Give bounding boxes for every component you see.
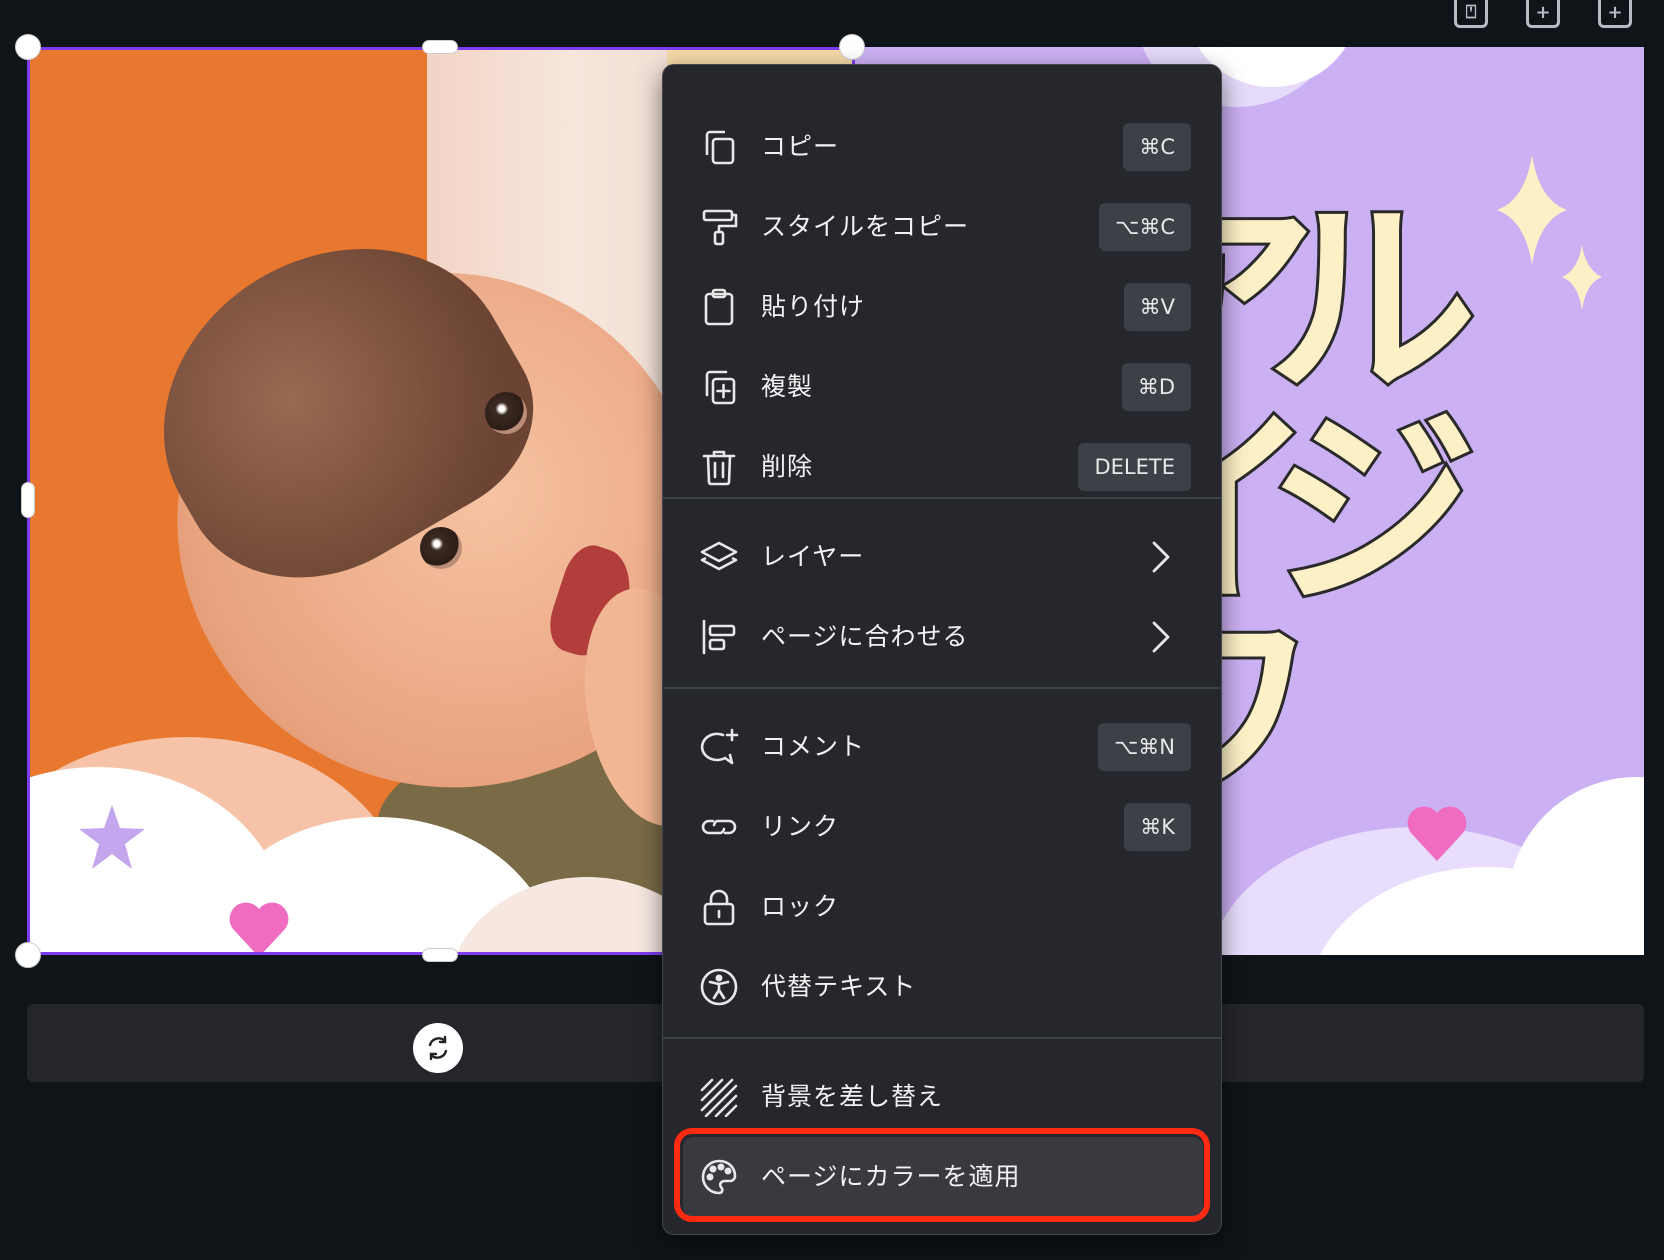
context-menu: コピー ⌘C スタイルをコピー ⌥⌘C 貼り付け ⌘V 複製 ⌘D 削除 DEL… [662,64,1222,1235]
shortcut-badge: ⌘D [1121,363,1191,411]
rotate-button[interactable] [413,1023,463,1073]
menu-item-label: 代替テキスト [761,972,917,1001]
menu-divider [663,497,1221,499]
comment-add-icon [700,728,739,765]
align-left-icon [702,619,736,655]
duplicate-icon [705,370,736,405]
background-pattern-icon [700,1078,738,1117]
menu-item-link[interactable]: リンク ⌘K [663,787,1221,867]
resize-handle-top-left[interactable] [15,34,41,60]
menu-item-label: 背景を差し替え [761,1082,944,1111]
menu-item-replace-background[interactable]: 背景を差し替え [663,1057,1221,1137]
shortcut-badge: ⌘C [1123,123,1191,171]
shortcut-badge: ⌘K [1124,803,1191,851]
resize-handle-bottom-left[interactable] [15,942,41,968]
menu-item-align-to-page[interactable]: ページに合わせる [663,597,1221,677]
menu-item-label: コピー [761,132,840,161]
menu-divider [663,1037,1221,1039]
menu-item-label: スタイルをコピー [761,212,970,241]
menu-item-label: レイヤー [761,542,865,571]
menu-item-copy-style[interactable]: スタイルをコピー ⌥⌘C [663,187,1221,267]
menu-item-label: ロック [761,892,840,921]
paint-roller-icon [702,209,738,246]
highlight-annotation [674,1128,1210,1222]
lock-add-page-icon[interactable]: ⍞ [1454,0,1488,28]
shortcut-badge: ⌘V [1123,283,1191,331]
add-page-icon[interactable]: + [1598,0,1632,28]
shortcut-badge: DELETE [1078,443,1191,491]
menu-item-label: 削除 [761,452,814,481]
copy-icon [705,130,735,165]
clipboard-icon [704,288,734,326]
resize-handle-top-right[interactable] [839,34,865,60]
menu-item-label: ページに合わせる [761,622,969,651]
editor-screen: ⍞ + + ル ジ ア イ ワ [0,0,1664,1260]
accessibility-icon [700,968,738,1006]
shortcut-badge: ⌥⌘N [1098,723,1191,771]
menu-item-label: 貼り付け [761,292,866,321]
menu-item-label: リンク [761,812,840,841]
chevron-right-icon [1152,541,1170,573]
resize-handle-top[interactable] [422,40,458,54]
layers-icon [700,541,738,571]
menu-item-label: 複製 [761,372,814,401]
menu-item-copy[interactable]: コピー ⌘C [663,107,1221,187]
menu-item-duplicate[interactable]: 複製 ⌘D [663,347,1221,427]
duplicate-page-icon[interactable]: + [1526,0,1560,28]
menu-item-paste[interactable]: 貼り付け ⌘V [663,267,1221,347]
resize-handle-left[interactable] [21,482,35,518]
cloud-decoration [1507,777,1644,955]
chevron-right-icon [1152,621,1170,653]
menu-item-alt-text[interactable]: 代替テキスト [663,947,1221,1027]
resize-handle-bottom[interactable] [422,948,458,962]
menu-divider [663,687,1221,689]
menu-item-label: コメント [761,732,866,761]
heart-icon [1407,806,1467,861]
trash-icon [702,450,736,486]
shortcut-badge: ⌥⌘C [1099,203,1191,251]
link-icon [701,819,737,835]
lock-icon [703,889,735,926]
menu-item-layer[interactable]: レイヤー [663,517,1221,597]
rotate-icon [428,1035,448,1061]
menu-item-lock[interactable]: ロック [663,867,1221,947]
sparkle-icon [1497,155,1602,310]
menu-item-delete[interactable]: 削除 DELETE [663,427,1221,507]
menu-item-comment[interactable]: コメント ⌥⌘N [663,707,1221,787]
